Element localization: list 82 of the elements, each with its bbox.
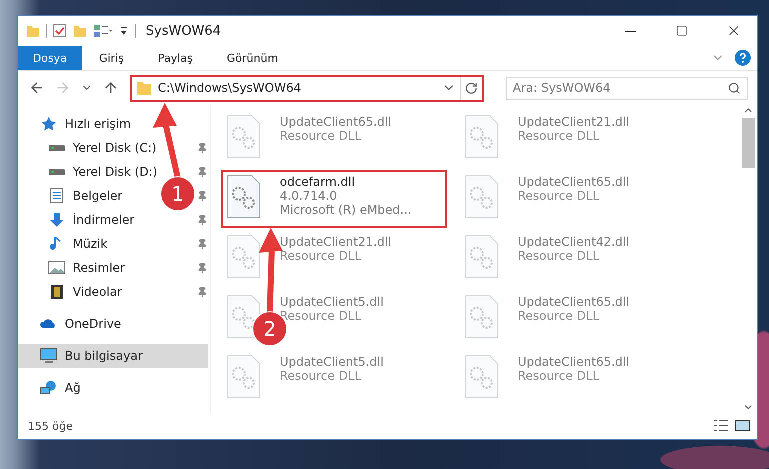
file-name[interactable]: UpdateClient21.dll (280, 235, 392, 249)
drive-icon (48, 168, 66, 176)
gear-file-icon (227, 175, 261, 219)
view-list-icon[interactable] (93, 24, 113, 38)
window-title: SysWOW64 (146, 24, 222, 38)
file-name[interactable]: UpdateClient65.dll (280, 115, 392, 129)
selected-file-outline[interactable]: odcefarm.dll 4.0.714.0 Microsoft (R) eMbed... (221, 170, 447, 228)
ribbon-tab[interactable]: Giriş (82, 46, 142, 70)
file-detail: Resource DLL (518, 309, 600, 323)
pin-icon[interactable] (197, 262, 208, 274)
file-name[interactable]: UpdateClient5.dll (280, 295, 384, 309)
file-detail: Resource DLL (518, 129, 600, 143)
drive-icon (48, 144, 66, 152)
address-bar[interactable]: C:\Windows\SysWOW64 (130, 74, 484, 102)
details-view-icon[interactable] (713, 420, 729, 432)
sidebar-item[interactable]: OneDrive (18, 312, 128, 336)
gear-file-icon (465, 115, 499, 159)
file-detail: Resource DLL (280, 129, 362, 143)
image-icon (48, 260, 66, 276)
file-detail: Resource DLL (280, 309, 362, 323)
file-name[interactable]: UpdateClient5.dll (280, 355, 384, 369)
sidebar-item[interactable]: Hızlı erişim (18, 112, 138, 136)
file-name[interactable]: UpdateClient21.dll (518, 115, 630, 129)
refresh-icon (465, 82, 478, 94)
file-name[interactable]: UpdateClient65.dll (518, 355, 630, 369)
file-name[interactable]: UpdateClient42.dll (518, 235, 630, 249)
file-detail: Resource DLL (518, 189, 600, 203)
checklist-icon[interactable] (53, 24, 67, 38)
step-number: 2 (264, 317, 276, 341)
gear-file-icon (227, 115, 261, 159)
file-detail: Resource DLL (518, 369, 600, 383)
sidebar-item[interactable]: Belgeler (18, 184, 129, 208)
sidebar-item[interactable]: Ağ (18, 376, 87, 400)
ribbon-tab[interactable]: Dosya (18, 46, 82, 70)
file-detail: 4.0.714.0 (280, 189, 338, 203)
star-icon (40, 116, 58, 132)
file-name[interactable]: UpdateClient65.dll (518, 295, 630, 309)
pin-icon[interactable] (197, 166, 208, 178)
gear-file-icon (227, 235, 261, 279)
sidebar-item[interactable]: İndirmeler (18, 208, 141, 232)
sidebar-item[interactable]: Resimler (18, 256, 132, 280)
search-icon (728, 82, 741, 94)
step-badge (160, 176, 196, 212)
sidebar-item[interactable]: Müzik (18, 232, 114, 256)
sidebar-item[interactable]: Yerel Disk (D:) (18, 160, 164, 184)
large-icons-view-icon[interactable] (735, 420, 751, 432)
pin-icon[interactable] (197, 190, 208, 202)
film-icon (48, 284, 66, 300)
file-detail: Resource DLL (280, 369, 362, 383)
address-path: C:\Windows\SysWOW64 (158, 81, 302, 95)
pin-icon[interactable] (197, 238, 208, 250)
gear-file-icon (465, 175, 499, 219)
file-detail: Resource DLL (518, 249, 600, 263)
sidebar-item[interactable]: Yerel Disk (C:) (18, 136, 163, 160)
file-name[interactable]: UpdateClient65.dll (518, 175, 630, 189)
gear-file-icon (227, 355, 261, 399)
gear-file-icon (465, 235, 499, 279)
step-number: 1 (172, 182, 184, 206)
gear-file-icon (465, 355, 499, 399)
sidebar-item[interactable]: Videolar (18, 280, 128, 304)
ribbon-tab[interactable]: Görünüm (210, 46, 296, 70)
scrollbar-thumb[interactable] (742, 118, 755, 168)
help-icon[interactable] (735, 50, 751, 66)
file-detail: Microsoft (R) eMbed... (280, 203, 412, 217)
document-icon (48, 188, 66, 204)
monitor-icon (40, 348, 58, 364)
pin-icon[interactable] (197, 286, 208, 298)
network-icon (40, 380, 58, 396)
gear-file-icon (465, 295, 499, 339)
file-name[interactable]: odcefarm.dll (280, 175, 412, 189)
file-detail: Resource DLL (280, 249, 362, 263)
download-arrow-icon (48, 212, 66, 228)
item-count: 155 öğe (28, 420, 73, 432)
cloud-icon (40, 319, 58, 329)
search-field[interactable]: Ara: SysWOW64 (506, 76, 748, 100)
sidebar-item[interactable]: Bu bilgisayar (18, 344, 208, 368)
pin-icon[interactable] (197, 142, 208, 154)
minimize-icon (624, 30, 636, 32)
folder-icon (136, 81, 152, 95)
maximize-icon (676, 25, 688, 37)
pin-icon[interactable] (197, 214, 208, 226)
ribbon-tab[interactable]: Paylaş (141, 46, 210, 70)
